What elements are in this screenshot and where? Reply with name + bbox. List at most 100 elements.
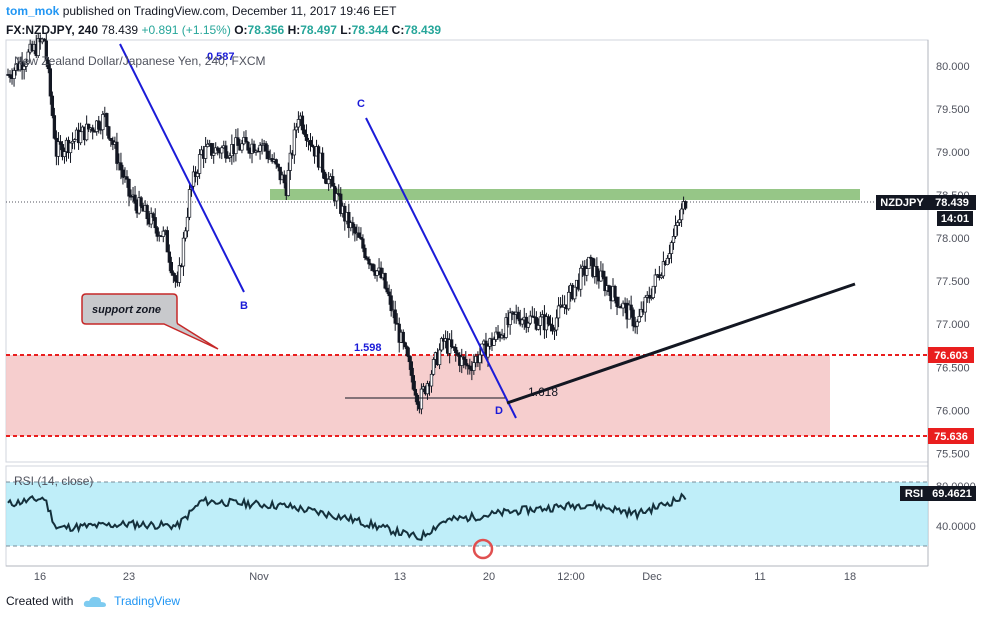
candle bbox=[185, 216, 190, 232]
price-axis[interactable]: 80.00079.50079.00078.50078.00077.50077.0… bbox=[936, 61, 970, 461]
time-tick-label: 23 bbox=[123, 571, 135, 583]
last-price-tag: 78.439 bbox=[935, 197, 969, 209]
fib-1598-label: 1.598 bbox=[354, 342, 382, 354]
candle bbox=[105, 113, 109, 127]
candle bbox=[127, 178, 131, 197]
candle bbox=[58, 141, 63, 145]
candle bbox=[133, 194, 137, 204]
candle bbox=[121, 169, 125, 178]
candle bbox=[566, 291, 571, 310]
candle bbox=[462, 356, 466, 360]
rsi-value-tag: RSI 69.4621 bbox=[900, 486, 976, 501]
candle bbox=[419, 388, 424, 410]
candle bbox=[464, 358, 468, 366]
candle bbox=[629, 304, 633, 311]
candle bbox=[203, 146, 208, 159]
candle bbox=[675, 222, 680, 226]
candle bbox=[653, 274, 657, 287]
point-c-label: C bbox=[357, 98, 365, 110]
candle bbox=[673, 225, 678, 237]
candle bbox=[331, 176, 335, 187]
candle bbox=[585, 268, 589, 276]
rsi-tick-label: 40.0000 bbox=[936, 521, 976, 533]
time-tick-label: Dec bbox=[642, 571, 662, 583]
candle bbox=[50, 95, 55, 116]
candle bbox=[651, 285, 655, 299]
candle bbox=[12, 70, 16, 79]
candle bbox=[613, 286, 617, 298]
candle bbox=[155, 227, 159, 237]
candle bbox=[246, 141, 250, 151]
time-tick-label: 11 bbox=[754, 571, 765, 583]
price-chart[interactable]: B C D 0.587 1.598 1.618 support zone RSI… bbox=[0, 0, 987, 590]
candle bbox=[429, 373, 434, 387]
time-tick-label: 20 bbox=[483, 571, 495, 583]
candle bbox=[607, 285, 611, 292]
svg-text:75.636: 75.636 bbox=[934, 431, 968, 443]
candle bbox=[165, 230, 169, 253]
candle bbox=[679, 208, 684, 221]
candle bbox=[401, 331, 405, 344]
candle bbox=[415, 394, 420, 405]
tradingview-link[interactable]: TradingView bbox=[114, 594, 180, 608]
candle bbox=[288, 152, 292, 171]
candle bbox=[492, 339, 496, 346]
candle bbox=[320, 152, 325, 173]
candle bbox=[244, 137, 248, 143]
candle bbox=[667, 253, 672, 259]
candle bbox=[637, 316, 641, 323]
candle bbox=[351, 222, 355, 228]
candle bbox=[8, 74, 12, 78]
candle bbox=[520, 319, 524, 325]
time-tick-label: 16 bbox=[34, 571, 46, 583]
svg-text:76.603: 76.603 bbox=[934, 350, 968, 362]
candle bbox=[97, 120, 101, 130]
candle bbox=[508, 312, 512, 326]
candle bbox=[304, 134, 309, 141]
candle bbox=[615, 296, 619, 307]
candle bbox=[669, 242, 674, 254]
candle bbox=[294, 126, 299, 131]
candle bbox=[665, 257, 670, 266]
candle bbox=[258, 144, 262, 152]
candle bbox=[472, 362, 476, 371]
time-tick-label: 12:00 bbox=[557, 571, 585, 583]
candle bbox=[236, 137, 240, 146]
candle bbox=[554, 317, 559, 331]
candle bbox=[595, 265, 599, 278]
candle bbox=[405, 346, 409, 357]
candle bbox=[437, 349, 442, 366]
candle bbox=[526, 322, 530, 328]
point-b-label: B bbox=[240, 300, 248, 312]
candle bbox=[407, 355, 411, 363]
candle bbox=[409, 361, 413, 376]
candle bbox=[393, 309, 397, 324]
candle bbox=[454, 347, 458, 354]
candle bbox=[431, 359, 436, 375]
candle bbox=[220, 147, 224, 154]
candle bbox=[375, 270, 379, 276]
price-tick-label: 77.000 bbox=[936, 319, 970, 331]
candle bbox=[62, 151, 67, 158]
candle bbox=[635, 321, 639, 327]
resistance-zone-rect[interactable] bbox=[270, 189, 860, 200]
candle bbox=[197, 154, 202, 174]
candle bbox=[167, 251, 171, 263]
time-axis[interactable]: 16 23 Nov 13 20 12:00 Dec 11 18 bbox=[34, 571, 856, 583]
price-tick-label: 79.000 bbox=[936, 147, 970, 159]
candle bbox=[171, 272, 176, 276]
candle bbox=[177, 265, 182, 283]
candle bbox=[357, 232, 361, 238]
candle bbox=[383, 273, 387, 289]
candle bbox=[353, 226, 357, 234]
candle bbox=[139, 197, 143, 207]
candle bbox=[327, 178, 331, 185]
candle bbox=[183, 230, 188, 239]
rsi-title: RSI (14, close) bbox=[14, 474, 93, 488]
candle bbox=[240, 143, 244, 151]
candle bbox=[115, 141, 119, 164]
candle bbox=[387, 291, 391, 297]
candle bbox=[683, 201, 688, 209]
footer: Created with TradingView bbox=[6, 594, 180, 609]
candle bbox=[516, 311, 520, 320]
